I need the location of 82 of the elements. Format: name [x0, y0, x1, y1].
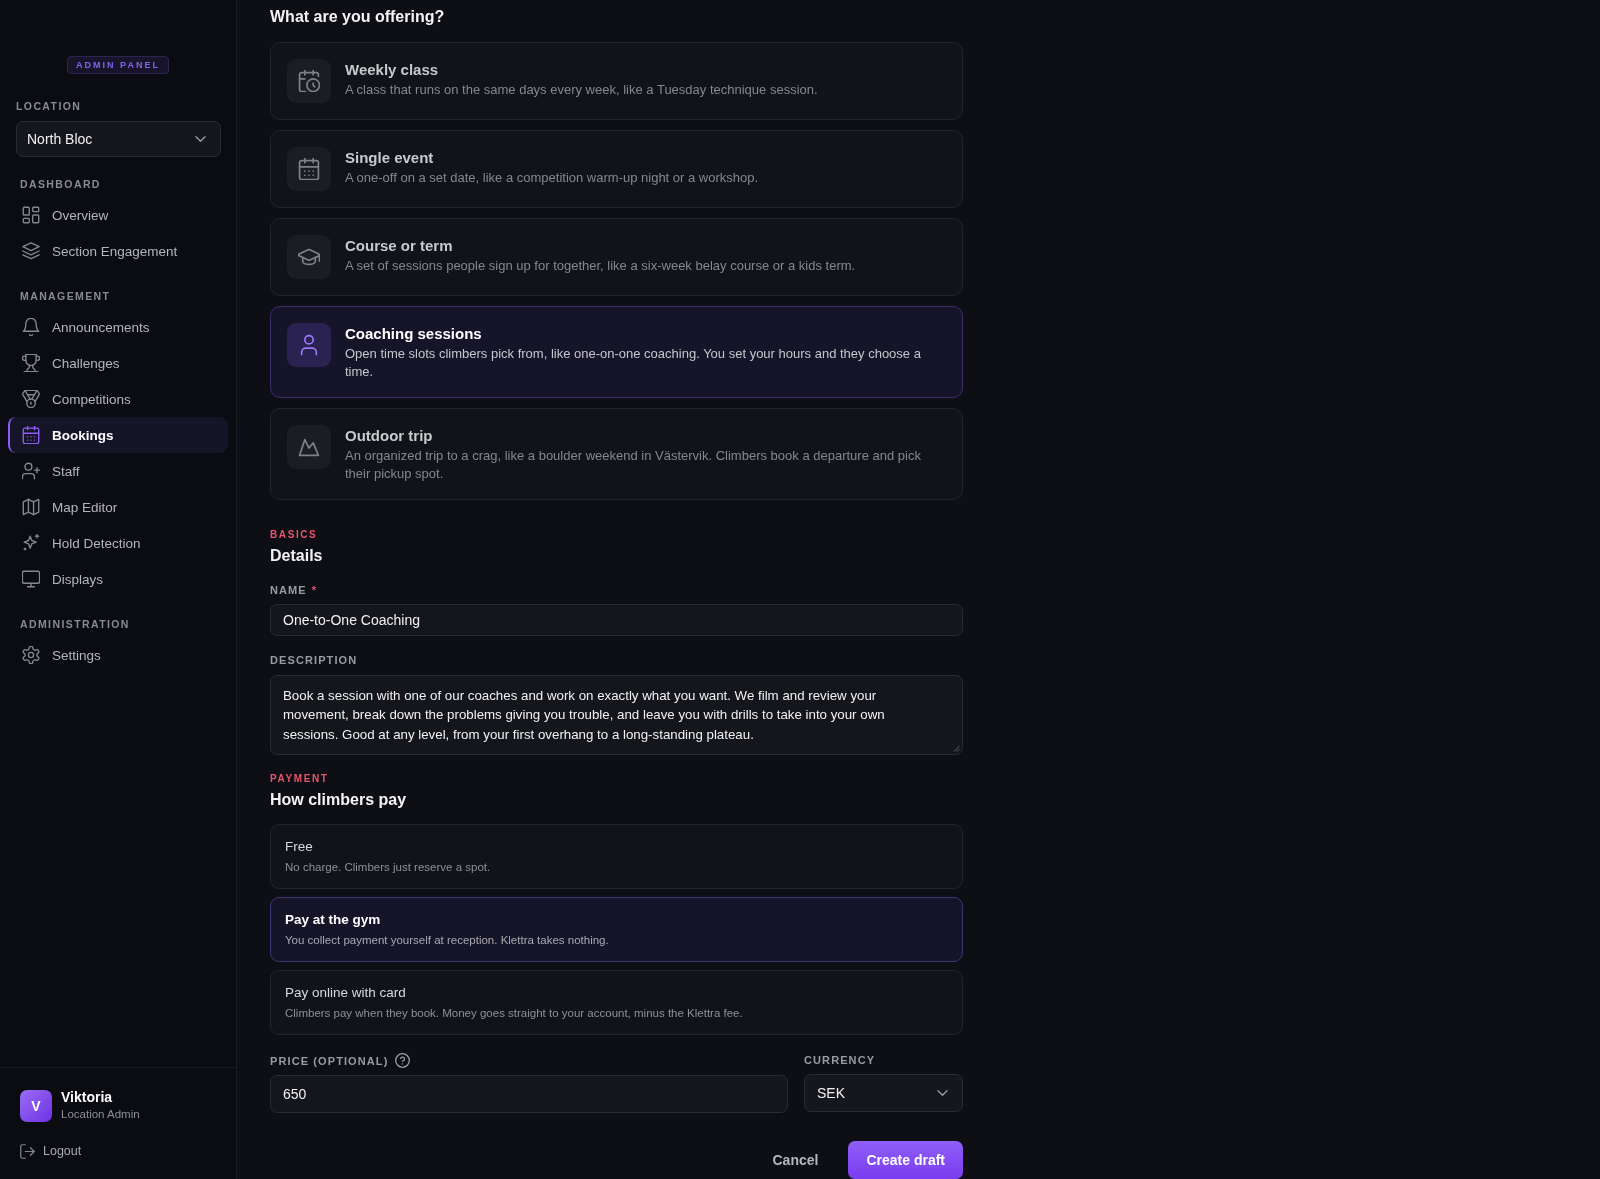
user-name: Viktoria: [61, 1089, 113, 1106]
payment-option[interactable]: Pay online with card Climbers pay when they book. Money goes straight to your account, minus the Klettra fee.: [270, 970, 963, 1035]
option-description: A set of sessions people sign up for together, like a six-week belay course or a kids term.: [345, 257, 856, 275]
logout-icon: [20, 1143, 35, 1159]
location-select[interactable]: North Bloc: [16, 121, 221, 157]
option-title: Course or term: [345, 236, 453, 256]
option-description: An organized trip to a crag, like a boulder weekend in Västervik. Climbers book a departure and pick their pickup spot.: [345, 447, 922, 483]
option-title: Coaching sessions: [345, 324, 482, 344]
layout-grid-icon: [22, 206, 40, 224]
offering-option[interactable]: Coaching sessions Open time slots climbers pick from, like one-on-one coaching. You set your hours and they choose a time.: [270, 306, 963, 398]
sidebar-item[interactable]: Bookings: [8, 417, 228, 453]
user-role: Location Admin: [61, 1107, 140, 1122]
sidebar-item[interactable]: Challenges: [8, 345, 228, 381]
sidebar-item[interactable]: Overview: [8, 197, 228, 233]
sidebar-item[interactable]: Hold Detection: [8, 525, 228, 561]
section-heading: What are you offering?: [270, 7, 445, 27]
nav-section-label: DASHBOARD: [20, 177, 101, 191]
option-description: Climbers pay when they book. Money goes straight to your account, minus the Klettra fee.: [285, 1006, 743, 1021]
chevron-down-icon: [937, 1090, 948, 1096]
field-label: DESCRIPTION: [270, 653, 358, 668]
option-title: Single event: [345, 148, 434, 168]
sidebar-item[interactable]: Section Engagement: [8, 233, 228, 269]
chevron-down-icon: [195, 136, 206, 142]
user-plus-icon: [22, 462, 40, 480]
settings-icon: [22, 646, 40, 664]
bell-icon: [22, 318, 40, 336]
logout-button[interactable]: Logout: [20, 1142, 82, 1160]
layers-icon: [22, 242, 40, 260]
admin-panel-badge: ADMIN PANEL: [67, 56, 169, 74]
sparkles-icon: [22, 534, 40, 552]
medal-icon: [22, 390, 40, 408]
name-field[interactable]: One-to-One Coaching: [270, 604, 963, 637]
cancel-button[interactable]: Cancel: [756, 1141, 835, 1179]
monitor-icon: [22, 570, 40, 588]
description-field[interactable]: Book a session with one of our coaches and work on exactly what you want. We film and review your movement, break down the problems giving you trouble, and leave you with drills to take into your own sessions. Good at any level, from your first overhang to a long-standing plateau.: [270, 675, 963, 755]
option-title: Pay at the gym: [285, 911, 381, 929]
payment-option[interactable]: Free No charge. Climbers just reserve a spot.: [270, 824, 963, 889]
offering-option[interactable]: Outdoor trip An organized trip to a crag, like a boulder weekend in Västervik. Climbers book a departure and pick their pickup spot.: [270, 408, 963, 500]
nav-section-label: ADMINISTRATION: [20, 617, 130, 631]
sidebar-item[interactable]: Map Editor: [8, 489, 228, 525]
calendar-icon: [22, 426, 40, 444]
user-avatar: V: [20, 1089, 52, 1122]
sidebar-item[interactable]: Announcements: [8, 309, 228, 345]
payment-option[interactable]: Pay at the gym You collect payment yourself at reception. Klettra takes nothing.: [270, 897, 963, 962]
option-description: You collect payment yourself at reception. Klettra takes nothing.: [285, 933, 609, 948]
mountain-icon: [287, 425, 331, 469]
section-eyebrow: PAYMENT: [270, 772, 329, 786]
required-mark: *: [311, 583, 318, 597]
sidebar-item[interactable]: Staff: [8, 453, 228, 489]
location-label: LOCATION: [16, 99, 82, 113]
option-title: Weekly class: [345, 60, 439, 80]
offering-option[interactable]: Single event A one-off on a set date, like a competition warm-up night or a workshop.: [270, 130, 963, 208]
field-label: NAME: [270, 583, 307, 597]
sidebar-item[interactable]: Competitions: [8, 381, 228, 417]
graduation-cap-icon: [287, 235, 331, 279]
nav-section-label: MANAGEMENT: [20, 289, 111, 303]
option-title: Pay online with card: [285, 984, 406, 1002]
option-title: Free: [285, 838, 313, 856]
field-label: PRICE (OPTIONAL): [270, 1053, 389, 1068]
trophy-icon: [22, 354, 40, 372]
create-draft-button[interactable]: Create draft: [848, 1141, 963, 1179]
option-description: Open time slots climbers pick from, like one-on-one coaching. You set your hours and they choose a time.: [345, 345, 922, 381]
option-title: Outdoor trip: [345, 426, 433, 446]
help-icon[interactable]: [395, 1053, 411, 1068]
sidebar-item[interactable]: Settings: [8, 637, 228, 673]
offering-option[interactable]: Weekly class A class that runs on the same days every week, like a Tuesday technique session.: [270, 42, 963, 120]
option-description: A class that runs on the same days every week, like a Tuesday technique session.: [345, 81, 818, 99]
option-description: No charge. Climbers just reserve a spot.: [285, 860, 491, 875]
map-icon: [22, 498, 40, 516]
calendar-icon: [287, 147, 331, 191]
field-label: CURRENCY: [804, 1053, 876, 1067]
calendar-clock-icon: [287, 59, 331, 103]
offering-option[interactable]: Course or term A set of sessions people sign up for together, like a six-week belay course or a kids term.: [270, 218, 963, 296]
section-heading: Details: [270, 546, 323, 566]
sidebar-item[interactable]: Displays: [8, 561, 228, 597]
user-icon: [287, 323, 331, 367]
option-description: A one-off on a set date, like a competition warm-up night or a workshop.: [345, 169, 759, 187]
section-eyebrow: BASICS: [270, 528, 318, 542]
resize-grip-icon: [953, 745, 960, 752]
section-heading: How climbers pay: [270, 790, 407, 810]
price-field[interactable]: 650: [270, 1075, 788, 1113]
currency-select[interactable]: SEK: [804, 1074, 963, 1112]
